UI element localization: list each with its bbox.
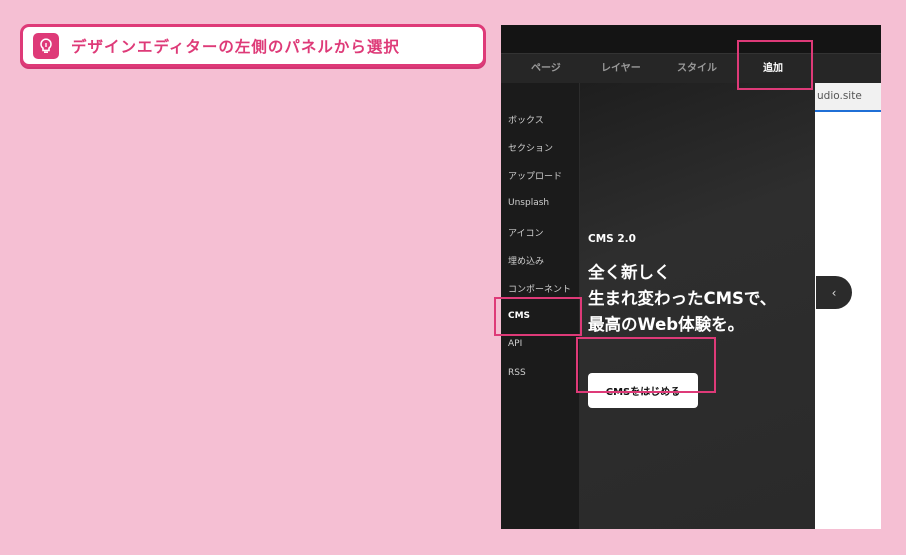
chevron-left-icon: ‹ <box>831 285 837 300</box>
instruction-text: デザインエディターの左側のパネルから選択 <box>71 37 400 56</box>
lightbulb-icon <box>33 32 59 59</box>
tab-layer[interactable]: レイヤー <box>601 54 641 84</box>
cms-version: CMS 2.0 <box>588 233 636 245</box>
headline-line-3: 最高のWeb体験を。 <box>588 315 745 334</box>
sidebar-item-upload[interactable]: アップロード <box>508 169 562 182</box>
tab-page[interactable]: ページ <box>531 54 561 84</box>
headline-line-2: 生まれ変わったCMSで、 <box>588 289 777 308</box>
sidebar-item-unsplash[interactable]: Unsplash <box>508 198 549 208</box>
highlight-add-tab <box>737 40 813 90</box>
editor-topbar <box>501 25 881 53</box>
sidebar-item-component[interactable]: コンポーネント <box>508 282 571 295</box>
cms-headline: 全く新しく 生まれ変わったCMSで、 最高のWeb体験を。 <box>588 260 776 338</box>
canvas-url-text: udio.site <box>817 90 862 102</box>
sidebar-item-icon[interactable]: アイコン <box>508 226 544 239</box>
highlight-cms-button <box>576 337 716 393</box>
tab-style[interactable]: スタイル <box>677 54 717 84</box>
sidebar-item-box[interactable]: ボックス <box>508 113 544 126</box>
editor-tabs: ページ レイヤー スタイル 追加 <box>501 53 881 84</box>
sidebar-item-rss[interactable]: RSS <box>508 368 526 378</box>
canvas-url-bar: udio.site <box>815 83 881 112</box>
cms-panel: CMS 2.0 全く新しく 生まれ変わったCMSで、 最高のWeb体験を。 CM… <box>580 83 815 529</box>
highlight-cms-item <box>494 297 582 336</box>
sidebar-item-embed[interactable]: 埋め込み <box>508 254 544 267</box>
headline-line-1: 全く新しく <box>588 263 671 282</box>
sidebar-item-api[interactable]: API <box>508 339 522 349</box>
sidebar-item-section[interactable]: セクション <box>508 141 553 154</box>
collapse-panel-button[interactable]: ‹ <box>816 276 852 309</box>
instruction-badge: デザインエディターの左側のパネルから選択 <box>20 24 486 67</box>
editor-screenshot: ページ レイヤー スタイル 追加 udio.site ボックス セクション アッ… <box>501 25 881 529</box>
